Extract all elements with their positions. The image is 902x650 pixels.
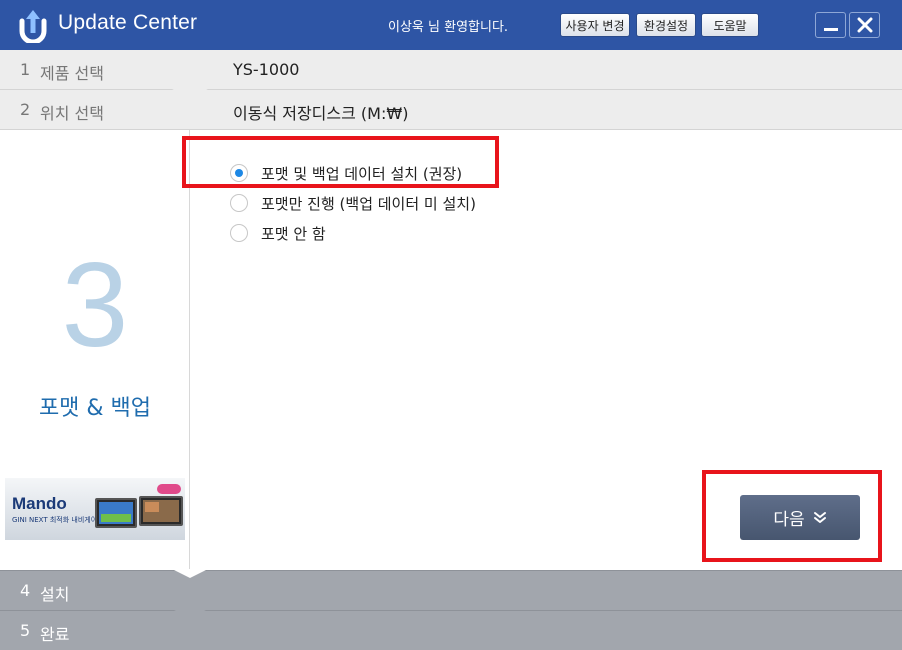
double-chevron-down-icon: [813, 511, 826, 523]
format-options: 포맷 및 백업 데이터 설치 (권장) 포맷만 진행 (백업 데이터 미 설치)…: [230, 158, 476, 248]
help-button[interactable]: 도움말: [701, 13, 759, 37]
current-step-number: 3: [61, 238, 129, 372]
welcome-message: 이상욱 님 환영합니다.: [388, 20, 509, 35]
step-label: 제품 선택: [40, 64, 104, 83]
step-label: 설치: [40, 585, 70, 604]
step-notch: [172, 89, 208, 99]
current-step-title: 포맷 & 백업: [38, 396, 152, 421]
step-number: 5: [20, 621, 31, 640]
close-button[interactable]: [849, 12, 880, 38]
minimize-icon: [823, 28, 838, 31]
mando-banner[interactable]: Mando GINI NEXT 최적화 내비게이션: [5, 478, 185, 540]
step-row-install: 4 설치: [0, 570, 902, 610]
selected-product: YS-1000: [233, 60, 300, 79]
settings-button[interactable]: 환경설정: [636, 13, 696, 37]
banner-subtitle: GINI NEXT 최적화 내비게이션: [12, 516, 104, 524]
selected-location: 이동식 저장디스크 (M:₩): [233, 104, 409, 123]
option-format-only[interactable]: 포맷만 진행 (백업 데이터 미 설치): [230, 188, 476, 218]
gps-device-image: [95, 498, 137, 528]
step-notch: [172, 609, 208, 618]
radio-button[interactable]: [230, 224, 248, 242]
next-button[interactable]: 다음: [740, 495, 860, 540]
app-title: Update Center: [58, 11, 198, 34]
step-number: 1: [20, 60, 31, 79]
radio-button[interactable]: [230, 194, 248, 212]
next-button-label: 다음: [773, 510, 805, 529]
step-label: 위치 선택: [40, 104, 104, 123]
option-no-format[interactable]: 포맷 안 함: [230, 218, 476, 248]
option-label: 포맷 및 백업 데이터 설치 (권장): [261, 164, 463, 183]
banner-brand: Mando: [12, 494, 67, 513]
step-number: 4: [20, 581, 31, 600]
step-row-complete: 5 완료: [0, 610, 902, 650]
gps-device-image: [139, 496, 183, 526]
step-number: 2: [20, 100, 31, 119]
minimize-button[interactable]: [815, 12, 846, 38]
badge-icon: [157, 484, 181, 494]
option-label: 포맷 안 함: [261, 224, 326, 243]
option-format-backup[interactable]: 포맷 및 백업 데이터 설치 (권장): [230, 158, 476, 188]
title-bar: Update Center 이상욱 님 환영합니다. 사용자 변경 환경설정 도…: [0, 0, 902, 50]
step-notch: [172, 569, 208, 578]
step-row-product[interactable]: 1 제품 선택 YS-1000: [0, 50, 902, 90]
radio-button[interactable]: [230, 164, 248, 182]
update-logo-icon: [19, 10, 47, 43]
step-label: 완료: [40, 625, 70, 644]
option-label: 포맷만 진행 (백업 데이터 미 설치): [261, 194, 476, 213]
step-row-location[interactable]: 2 위치 선택 이동식 저장디스크 (M:₩): [0, 90, 902, 130]
close-icon: [857, 17, 872, 33]
change-user-button[interactable]: 사용자 변경: [560, 13, 630, 37]
